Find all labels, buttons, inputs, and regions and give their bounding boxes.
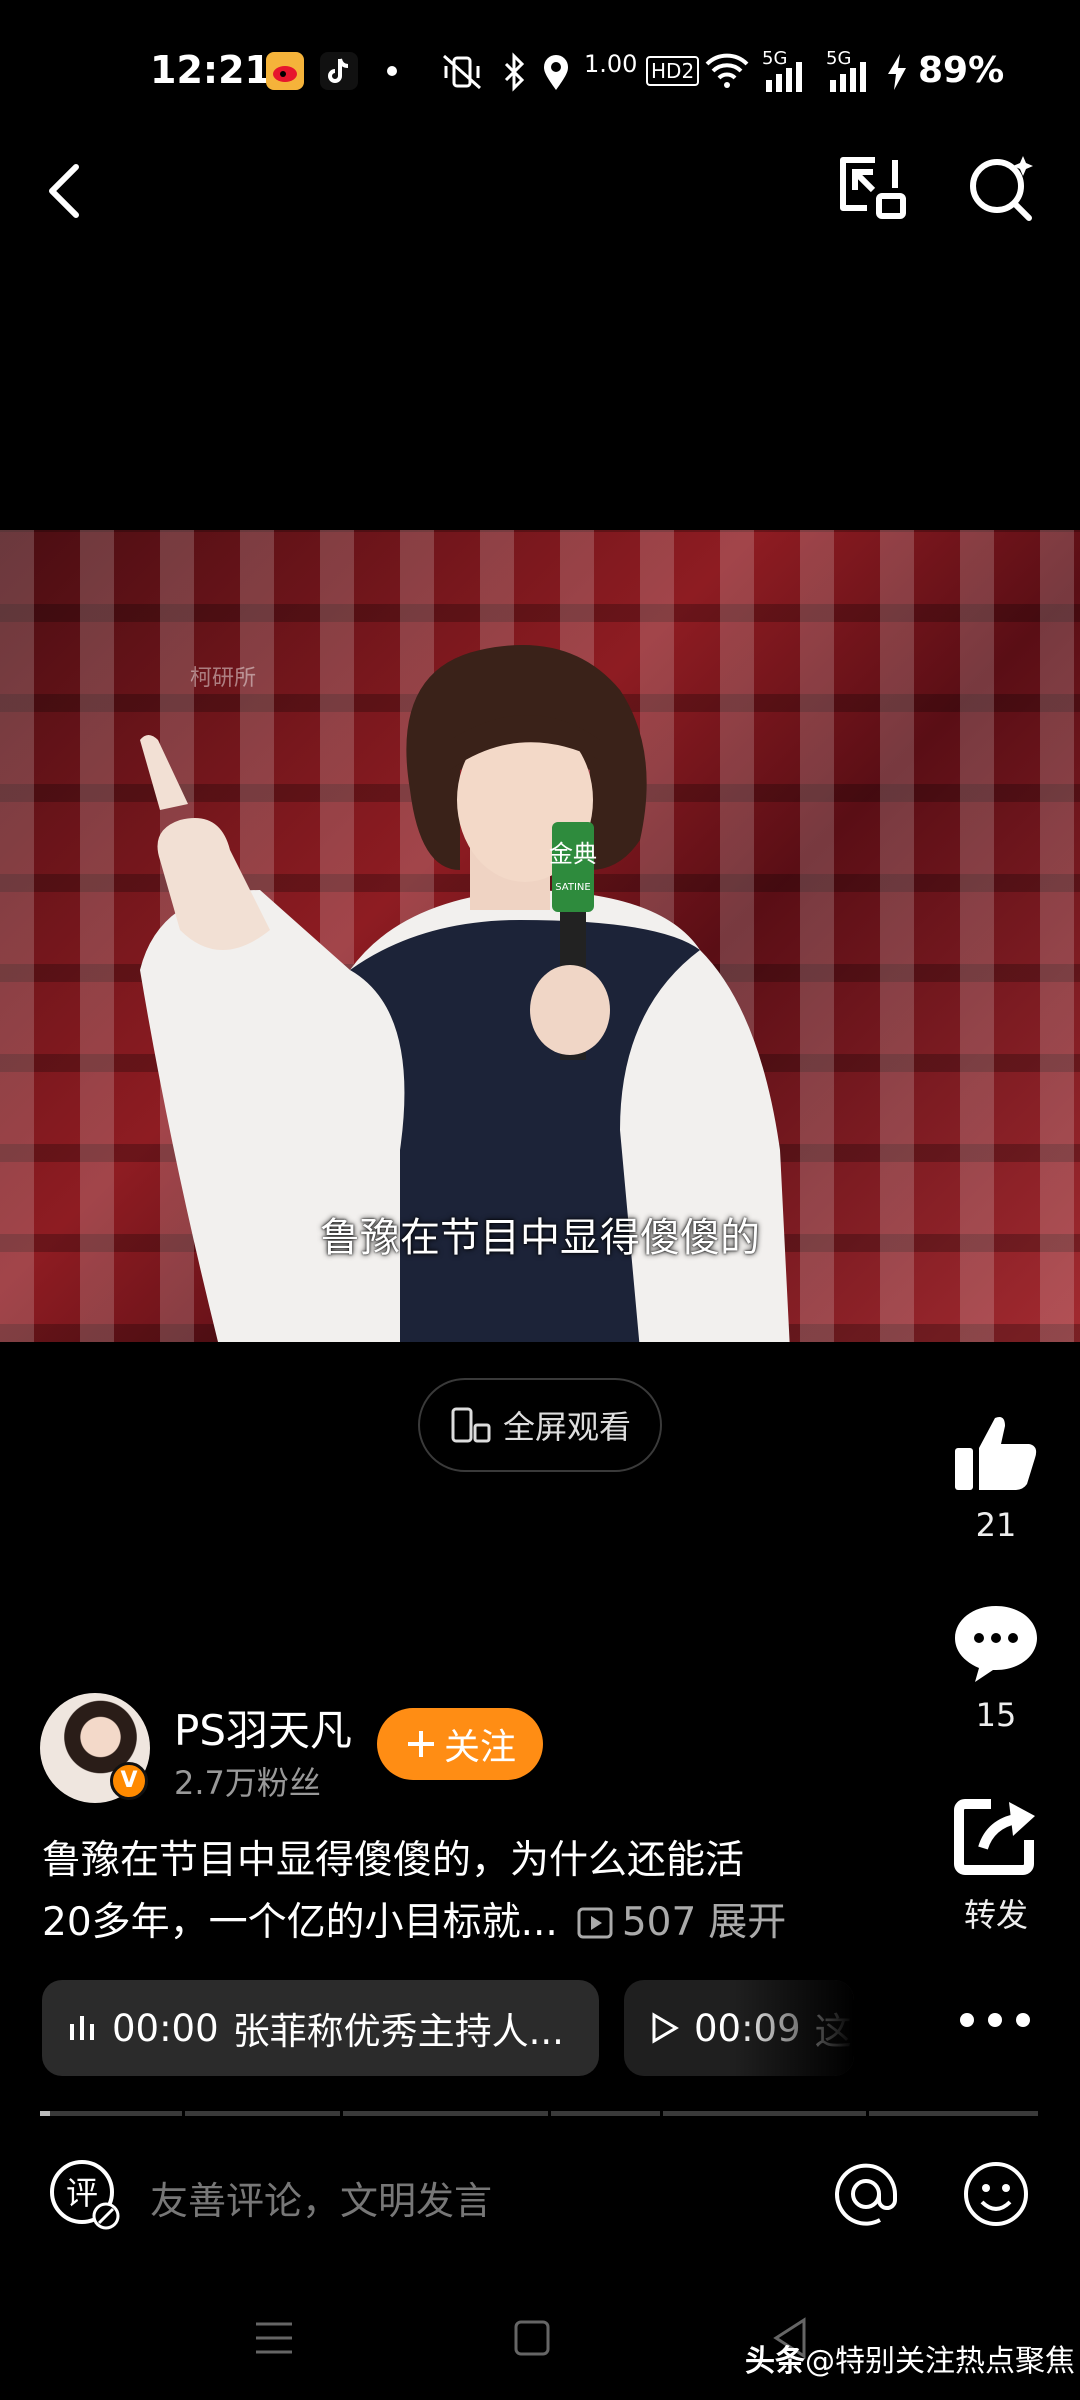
comment-count: 15 [975,1696,1017,1734]
more-options-icon[interactable] [955,2005,1035,2035]
author-fans-count: 2.7万粉丝 [174,1764,321,1802]
play-count-icon [577,1907,613,1939]
author-name[interactable]: PS羽天凡 [174,1697,352,1758]
chip-text: 张菲称优秀主持人... [232,2010,564,2053]
chip-fade-overlay [734,1980,854,2076]
notification-dot [387,66,397,76]
chip-time: 00:00 [112,2006,219,2050]
location-icon [544,55,568,90]
network-speed: 1.00 [584,50,638,78]
follow-button[interactable]: 关注 [377,1708,543,1780]
share-label: 转发 [963,1896,1028,1934]
menu-nav-icon[interactable] [248,2312,300,2364]
comment-button[interactable]: 15 [940,1600,1052,1734]
wifi-icon [705,53,749,88]
mute-vibrate-icon [443,54,481,90]
progress-segment-marker [660,2111,663,2116]
fullscreen-label: 全屏观看 [502,1408,631,1446]
segment-chip[interactable]: 00:09 这 [624,1980,854,2076]
progress-segment-marker [548,2111,551,2116]
segment-chip[interactable]: 00:00 张菲称优秀主持人... [42,1980,599,2076]
mic-brand-main: 金典 [549,840,597,868]
like-count: 21 [975,1506,1017,1544]
bluetooth-icon [504,52,525,92]
mic-brand-sub: SATINE [555,882,590,893]
follow-label: 关注 [443,1727,516,1768]
audio-bars-icon [70,2016,94,2040]
progress-segment-marker [340,2111,343,2116]
play-count: 507 [621,1900,697,1945]
description-line-2: 20多年，一个亿的小目标就... 507 展开 [42,1892,842,1954]
video-caption: 鲁豫在节目中显得傻傻的 [320,1215,760,1261]
watermark-brand: 头条 [745,2344,805,2379]
emoji-icon[interactable] [960,2158,1032,2230]
expand-link[interactable]: 展开 [708,1892,786,1954]
signal-icon-1 [766,62,802,92]
description-line-1: 鲁豫在节目中显得傻傻的，为什么还能活 [42,1838,745,1883]
share-button[interactable]: 转发 [940,1794,1052,1936]
watermark-handle: @特别关注热点聚焦 [805,2344,1075,2379]
comment-icon-char: 评 [66,2174,98,2212]
video-player[interactable]: 柯研所 金典 SATINE 鲁豫在节目中显得傻傻的 [0,530,1080,1342]
verified-badge: V [110,1762,148,1800]
weibo-icon [266,52,304,90]
progress-fill [40,2111,50,2116]
share-icon [954,1799,1035,1875]
at-mention-icon[interactable] [830,2158,902,2230]
charging-icon [888,54,906,90]
status-time: 12:21 [150,48,271,92]
comment-bubble-icon [955,1606,1037,1682]
description-line-2-text: 20多年，一个亿的小目标就... [42,1900,558,1945]
signal-icon-2 [830,62,866,92]
video-description[interactable]: 鲁豫在节目中显得傻傻的，为什么还能活 20多年，一个亿的小目标就... 507 … [42,1830,842,1954]
tiktok-icon [320,52,358,90]
status-bar: 12:21 1.00 HD2 5G 5G 89% [0,0,1080,150]
progress-segment-marker [866,2111,869,2116]
plus-icon [407,1731,434,1757]
search-icon[interactable] [965,152,1037,222]
hd-badge: HD2 [646,56,700,86]
video-progress-bar[interactable] [40,2111,1038,2116]
like-button[interactable]: 21 [940,1410,1052,1544]
play-icon [652,2012,679,2044]
back-arrow-icon[interactable] [40,155,90,225]
rotate-phone-icon [451,1407,491,1443]
fullscreen-button[interactable]: 全屏观看 [418,1378,662,1472]
picture-in-picture-icon[interactable] [835,152,907,222]
comment-compose-icon[interactable]: 评 [48,2158,120,2230]
thumbs-up-icon [955,1417,1037,1490]
home-nav-icon[interactable] [506,2312,558,2364]
comment-input[interactable]: 友善评论，文明发言 [150,2170,492,2225]
progress-segment-marker [182,2111,185,2116]
battery-level: 89% [918,50,1005,91]
source-watermark: 头条@特别关注热点聚焦 [745,2336,1075,2380]
